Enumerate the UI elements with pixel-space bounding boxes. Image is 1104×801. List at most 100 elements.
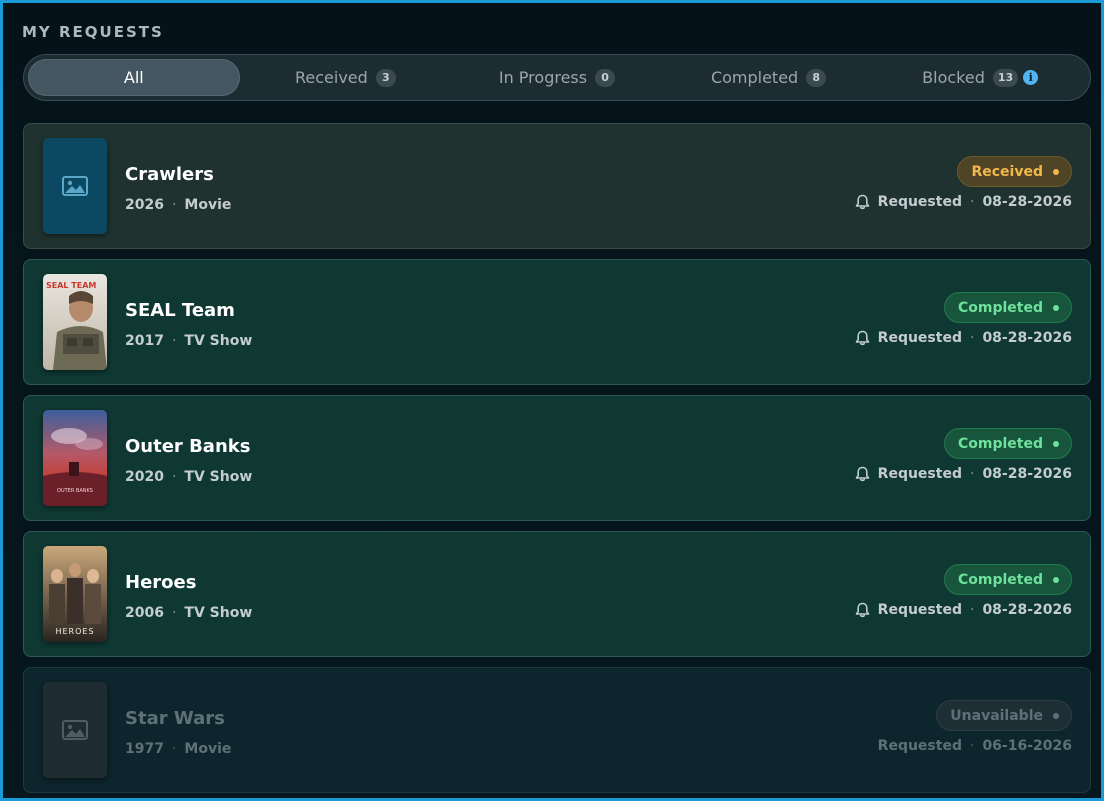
- status-label: Unavailable: [950, 707, 1043, 724]
- requested-info: Requested · 08-28-2026: [855, 330, 1072, 346]
- tab-label: Received: [294, 68, 368, 87]
- requested-info: Requested · 06-16-2026: [878, 738, 1072, 754]
- requested-date: 06-16-2026: [982, 738, 1072, 754]
- request-card[interactable]: Crawlers 2026 · Movie Received Requested…: [23, 123, 1091, 249]
- tab-count-badge: 13: [992, 68, 1019, 87]
- requested-label: Requested: [877, 194, 962, 210]
- status-badge: Unavailable: [936, 700, 1072, 731]
- request-meta: 2020 · TV Show: [125, 469, 252, 485]
- release-year: 2006: [125, 605, 164, 621]
- status-dot: [1053, 168, 1059, 175]
- tab-received[interactable]: Received 3: [240, 59, 452, 96]
- release-year: 2017: [125, 333, 164, 349]
- poster-art: SEAL TEAM: [43, 274, 107, 370]
- release-year: 2026: [125, 197, 164, 213]
- outer-banks-poster[interactable]: OUTER BANKS: [43, 410, 107, 506]
- status-badge: Received: [957, 156, 1072, 187]
- requested-date: 08-28-2026: [982, 466, 1072, 482]
- status-dot: [1053, 712, 1059, 719]
- poster-title-text: HEROES: [55, 627, 94, 636]
- status-label: Completed: [957, 299, 1043, 316]
- request-title[interactable]: Heroes: [125, 572, 196, 593]
- status-dot: [1053, 304, 1059, 311]
- request-meta: 1977 · Movie: [125, 741, 231, 757]
- poster-art: OUTER BANKS: [43, 410, 107, 506]
- media-type: TV Show: [184, 333, 253, 349]
- separator: ·: [969, 602, 975, 618]
- request-title[interactable]: SEAL Team: [125, 300, 235, 321]
- app-frame: MY REQUESTS All Received 3 In Progress 0…: [0, 0, 1104, 801]
- seal-team-poster[interactable]: SEAL TEAM: [43, 274, 107, 370]
- poster-placeholder[interactable]: [43, 682, 107, 778]
- status-label: Completed: [957, 571, 1043, 588]
- status-label: Received: [971, 163, 1043, 180]
- release-year: 2020: [125, 469, 164, 485]
- heroes-poster[interactable]: HEROES: [43, 546, 107, 642]
- bell-icon: [855, 466, 870, 482]
- separator: ·: [969, 738, 975, 754]
- requested-label: Requested: [877, 330, 962, 346]
- requested-info: Requested · 08-28-2026: [855, 466, 1072, 482]
- separator: ·: [171, 197, 177, 213]
- status-badge: Completed: [943, 428, 1072, 459]
- request-title[interactable]: Outer Banks: [125, 436, 250, 457]
- request-card[interactable]: OUTER BANKS Outer Banks 2020 · TV Show C…: [23, 395, 1091, 521]
- poster-placeholder[interactable]: [43, 138, 107, 234]
- separator: ·: [171, 469, 177, 485]
- tab-label: All: [123, 68, 144, 87]
- release-year: 1977: [125, 741, 164, 757]
- bell-icon: [855, 194, 870, 210]
- media-type: TV Show: [184, 469, 253, 485]
- requested-label: Requested: [877, 466, 962, 482]
- tab-count-badge: 3: [375, 68, 396, 87]
- separator: ·: [969, 194, 975, 210]
- tab-label: In Progress: [498, 68, 588, 87]
- status-dot: [1053, 440, 1059, 447]
- request-card[interactable]: Star Wars 1977 · Movie Unavailable Reque…: [23, 667, 1091, 793]
- requested-label: Requested: [877, 602, 962, 618]
- poster-art: HEROES: [43, 546, 107, 642]
- tab-label: Completed: [710, 68, 799, 87]
- separator: ·: [171, 333, 177, 349]
- separator: ·: [171, 741, 177, 757]
- poster-title-text: OUTER BANKS: [57, 488, 93, 494]
- status-label: Completed: [957, 435, 1043, 452]
- media-type: Movie: [184, 197, 232, 213]
- media-type: Movie: [184, 741, 232, 757]
- request-card[interactable]: HEROES Heroes 2006 · TV Show Completed R…: [23, 531, 1091, 657]
- poster-title-text: SEAL TEAM: [46, 281, 96, 290]
- bell-icon: [855, 330, 870, 346]
- tab-in-progress[interactable]: In Progress 0: [451, 59, 663, 96]
- tab-label: Blocked: [922, 68, 985, 87]
- separator: ·: [171, 605, 177, 621]
- media-type: TV Show: [184, 605, 253, 621]
- status-badge: Completed: [943, 292, 1072, 323]
- tab-count-badge: 8: [806, 68, 827, 87]
- request-title[interactable]: Star Wars: [125, 708, 225, 729]
- placeholder-image-icon: [62, 176, 88, 196]
- requested-label: Requested: [877, 738, 962, 754]
- info-icon[interactable]: i: [1023, 70, 1039, 85]
- requested-info: Requested · 08-28-2026: [855, 602, 1072, 618]
- filter-tabs: All Received 3 In Progress 0 Completed 8…: [23, 54, 1091, 101]
- request-meta: 2026 · Movie: [125, 197, 231, 213]
- status-badge: Completed: [943, 564, 1072, 595]
- request-meta: 2006 · TV Show: [125, 605, 252, 621]
- requested-date: 08-28-2026: [982, 330, 1072, 346]
- request-card[interactable]: SEAL TEAM SEAL Team 2017 · TV Show Compl…: [23, 259, 1091, 385]
- request-title[interactable]: Crawlers: [125, 164, 214, 185]
- status-dot: [1053, 576, 1059, 583]
- tab-completed[interactable]: Completed 8: [663, 59, 875, 96]
- tab-count-badge: 0: [595, 68, 616, 87]
- placeholder-image-icon: [62, 720, 88, 740]
- tab-blocked[interactable]: Blocked 13 i: [874, 59, 1086, 96]
- bell-icon: [855, 602, 870, 618]
- tab-all[interactable]: All: [28, 59, 240, 96]
- requested-info: Requested · 08-28-2026: [855, 194, 1072, 210]
- request-meta: 2017 · TV Show: [125, 333, 252, 349]
- separator: ·: [969, 466, 975, 482]
- requested-date: 08-28-2026: [982, 602, 1072, 618]
- page-title: MY REQUESTS: [22, 23, 164, 41]
- requested-date: 08-28-2026: [982, 194, 1072, 210]
- separator: ·: [969, 330, 975, 346]
